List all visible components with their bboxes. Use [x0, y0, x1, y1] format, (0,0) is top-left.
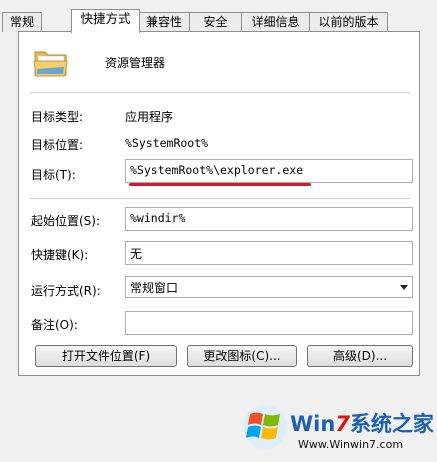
run-select-value: 常规窗口: [130, 281, 179, 295]
run-select[interactable]: 常规窗口: [125, 276, 413, 298]
tab-details[interactable]: 详细信息: [241, 12, 310, 32]
target-field[interactable]: %SystemRoot%\explorer.exe: [125, 159, 413, 183]
target-type-label: 目标类型:: [31, 110, 84, 124]
shortcut-key-label: 快捷键(K):: [31, 248, 89, 262]
tab-previous-versions[interactable]: 以前的版本: [309, 12, 388, 32]
tab-shortcut[interactable]: 快捷方式: [71, 9, 140, 33]
tab-strip: 常规 快捷方式 兼容性 安全 详细信息 以前的版本: [0, 0, 437, 33]
watermark-seven: 7: [335, 412, 350, 436]
target-location-label: 目标位置:: [31, 138, 84, 152]
app-name: 资源管理器: [105, 56, 166, 70]
comment-field[interactable]: [125, 311, 413, 335]
watermark-win: Win: [290, 412, 336, 436]
windows-logo-icon: [242, 404, 288, 450]
open-file-location-button[interactable]: 打开文件位置(F): [35, 345, 177, 367]
shortcut-key-field[interactable]: 无: [125, 241, 413, 265]
run-label: 运行方式(R):: [31, 284, 101, 298]
target-underline: [129, 183, 311, 186]
tab-general[interactable]: 常规: [2, 12, 42, 32]
target-location-value: %SystemRoot%: [125, 136, 209, 150]
tab-compatibility[interactable]: 兼容性: [138, 12, 190, 32]
divider: [30, 92, 410, 93]
divider: [30, 198, 410, 199]
target-label: 目标(T):: [31, 168, 76, 182]
advanced-button[interactable]: 高级(D)...: [307, 345, 413, 367]
chevron-down-icon: [400, 285, 408, 290]
watermark-url: Www.Winwin7.com: [298, 438, 404, 451]
watermark: Win7系统之家 Www.Winwin7.com: [240, 398, 435, 460]
start-in-label: 起始位置(S):: [31, 214, 101, 228]
change-icon-button[interactable]: 更改图标(C)...: [187, 345, 297, 367]
watermark-cn: 系统之家: [349, 412, 434, 436]
folder-icon: [33, 44, 69, 78]
shortcut-panel: 资源管理器 目标类型: 应用程序 目标位置: %SystemRoot% 目标(T…: [18, 31, 420, 376]
start-in-field[interactable]: %windir%: [125, 207, 413, 231]
watermark-brand: Win7系统之家: [290, 408, 434, 438]
comment-label: 备注(O):: [31, 318, 78, 332]
target-type-value: 应用程序: [125, 110, 174, 124]
tab-security[interactable]: 安全: [189, 12, 242, 32]
